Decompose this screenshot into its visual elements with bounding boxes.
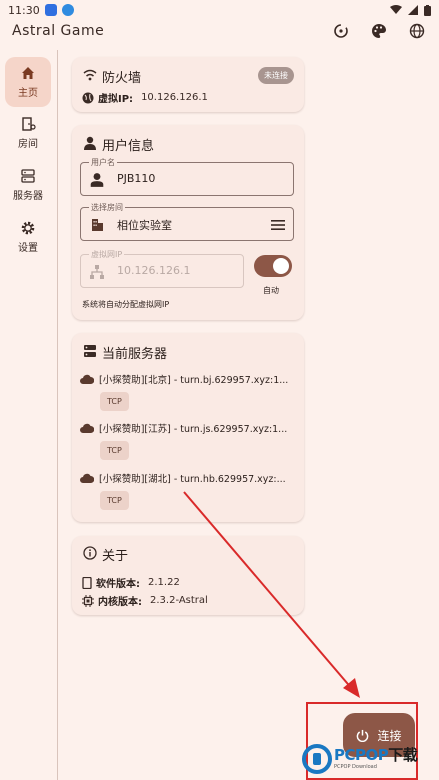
language-globe-icon[interactable]	[407, 21, 427, 41]
wifi-signal-icon	[390, 5, 402, 14]
server-name: [小探赞助][江苏] - turn.js.629957.xyz:1...	[99, 424, 288, 435]
palette-icon[interactable]	[369, 21, 389, 41]
watermark-suffix: 下载	[388, 746, 418, 764]
auto-ip-toggle[interactable]	[254, 255, 292, 277]
building-icon	[92, 219, 103, 231]
nav-item-server[interactable]: 服务器	[5, 160, 51, 210]
protocol-chip: TCP	[100, 491, 129, 510]
about-title: 关于	[102, 549, 129, 564]
server-item[interactable]: [小探赞助][北京] - turn.bj.629957.xyz:1... TCP	[80, 372, 300, 411]
nav-item-label: 房间	[18, 139, 38, 150]
core-version-row: 内核版本: 2.3.2-Astral	[82, 593, 208, 608]
navigation-rail: 主页 房间 服务器 设置	[0, 50, 58, 780]
nav-item-label: 服务器	[13, 191, 43, 202]
watermark: PCPOP下载 PCPOP Download	[302, 738, 439, 780]
username-label: 用户名	[89, 157, 117, 168]
virtual-ip-field-label: 虚拟网IP	[89, 249, 125, 260]
app-bar: Astral Game	[0, 20, 439, 42]
server-item[interactable]: [小探赞助][江苏] - turn.js.629957.xyz:1... TCP	[80, 421, 300, 460]
server-icon	[21, 169, 35, 183]
auto-toggle-label: 自动	[263, 286, 279, 295]
menu-icon[interactable]	[271, 218, 285, 232]
chip-icon	[82, 594, 94, 607]
info-icon	[82, 545, 98, 561]
server-name: [小探赞助][湖北] - turn.hb.629957.xyz:...	[99, 474, 286, 485]
room-select-value: 相位实验室	[117, 219, 172, 232]
core-version-label: 内核版本:	[98, 597, 142, 608]
phone-icon	[82, 576, 92, 589]
connection-status-badge: 未连接	[258, 67, 294, 84]
protocol-chip: TCP	[100, 392, 129, 411]
username-input[interactable]	[117, 172, 267, 185]
nav-item-label: 主页	[18, 88, 38, 99]
nav-item-label: 设置	[18, 243, 38, 254]
user-info-card: 用户信息 用户名 选择房间 相位实验室 虚拟网IP 自动 系统将自动分配虚拟网I…	[72, 125, 304, 320]
person-icon	[90, 173, 104, 187]
room-select-label: 选择房间	[89, 202, 125, 213]
nav-item-home[interactable]: 主页	[5, 57, 51, 107]
app-title: Astral Game	[12, 23, 105, 39]
download-notification-icon	[61, 4, 74, 16]
core-version-value: 2.3.2-Astral	[150, 595, 208, 606]
protocol-chip: TCP	[100, 441, 129, 460]
refresh-icon[interactable]	[331, 21, 351, 41]
person-icon	[82, 135, 98, 151]
server-name: [小探赞助][北京] - turn.bj.629957.xyz:1...	[99, 375, 289, 386]
watermark-logo-icon	[302, 744, 332, 774]
watermark-main: PCPOP	[334, 746, 389, 764]
virtual-ip-label: 虚拟IP:	[98, 94, 134, 105]
cloud-icon	[80, 374, 94, 384]
room-select[interactable]: 选择房间 相位实验室	[80, 202, 294, 241]
server-icon	[82, 343, 98, 359]
cloud-icon	[80, 423, 94, 433]
network-icon	[90, 265, 104, 279]
toggle-knob	[273, 258, 289, 274]
username-field[interactable]: 用户名	[80, 157, 294, 196]
cloud-icon	[80, 473, 94, 483]
user-info-title: 用户信息	[102, 139, 155, 154]
firewall-card: 防火墙 未连接 虚拟IP: 10.126.126.1	[72, 57, 304, 112]
software-version-label: 软件版本:	[96, 579, 140, 590]
wifi-icon	[82, 67, 98, 83]
virtual-ip-input	[117, 264, 267, 277]
globe-icon	[82, 92, 94, 103]
status-time: 11:30	[8, 3, 40, 17]
virtual-ip-row: 虚拟IP: 10.126.126.1	[82, 90, 208, 105]
nav-item-settings[interactable]: 设置	[5, 212, 51, 262]
cell-signal-icon	[408, 5, 418, 15]
server-item[interactable]: [小探赞助][湖北] - turn.hb.629957.xyz:... TCP	[80, 471, 300, 510]
virtual-ip-value: 10.126.126.1	[141, 92, 208, 103]
nav-item-room[interactable]: 房间	[5, 108, 51, 158]
software-version-value: 2.1.22	[148, 577, 180, 588]
about-card: 关于 软件版本: 2.1.22 内核版本: 2.3.2-Astral	[72, 536, 304, 615]
virtual-ip-field: 虚拟网IP	[80, 249, 267, 288]
servers-card: 当前服务器 [小探赞助][北京] - turn.bj.629957.xyz:1.…	[72, 333, 304, 522]
notification-icon	[44, 4, 57, 16]
room-icon	[22, 117, 36, 131]
firewall-title: 防火墙	[102, 71, 142, 86]
software-version-row: 软件版本: 2.1.22	[82, 575, 180, 590]
battery-icon	[424, 4, 431, 16]
watermark-sub: PCPOP Download	[334, 764, 377, 770]
settings-icon	[21, 221, 35, 235]
servers-title: 当前服务器	[102, 347, 168, 362]
status-bar: 11:30	[0, 0, 439, 20]
auto-ip-hint: 系统将自动分配虚拟网IP	[82, 300, 170, 309]
home-icon	[22, 67, 34, 79]
